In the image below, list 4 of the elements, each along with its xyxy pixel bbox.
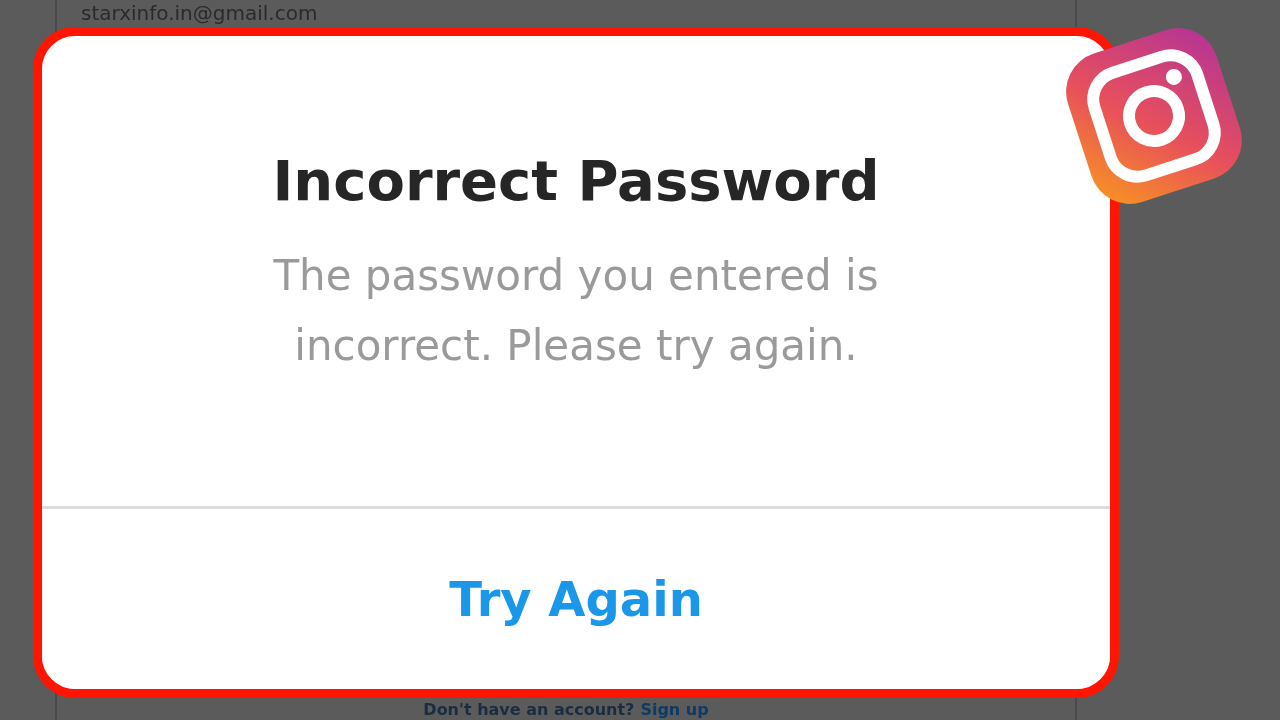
dialog-title: Incorrect Password (272, 148, 880, 213)
signup-link[interactable]: Sign up (640, 700, 709, 720)
dialog-message: The password you entered is incorrect. Please try again. (272, 250, 880, 372)
signup-prompt: Don't have an account? (423, 700, 635, 720)
